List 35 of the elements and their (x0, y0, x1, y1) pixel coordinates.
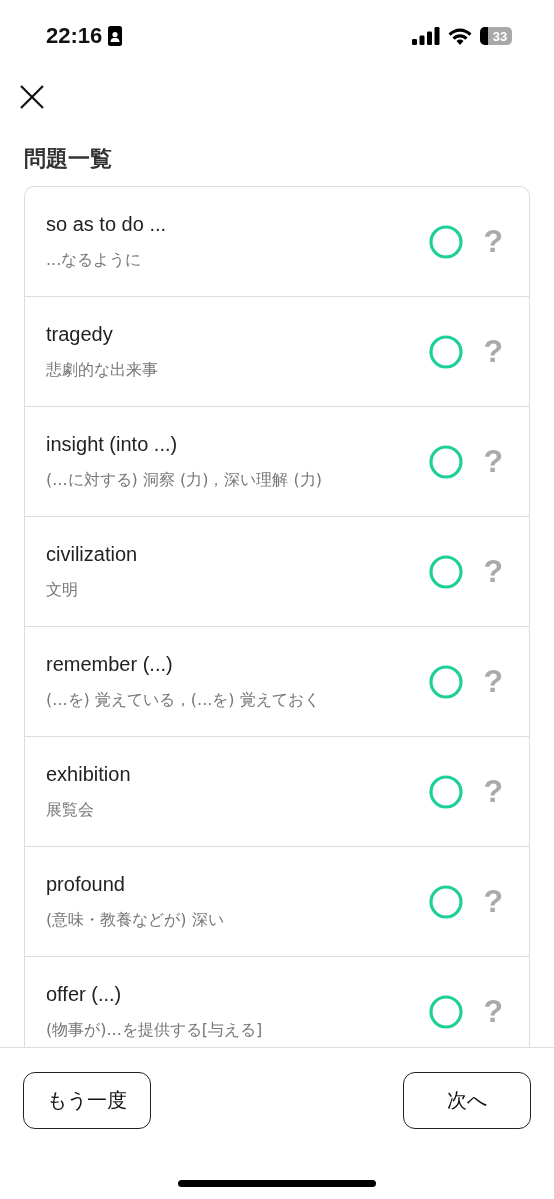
word-text: insight (into ...) (46, 432, 179, 456)
page-title: 問題一覧 (24, 145, 113, 173)
meaning-text: 展覧会 (46, 799, 95, 821)
meaning-text: 文明 (46, 579, 79, 601)
status-time: 22:16 (46, 23, 103, 49)
meaning-text: (...を) 覚えている，(...を) 覚えておく (46, 689, 321, 711)
word-text: civilization (46, 542, 139, 566)
meaning-text: (物事が)...を提供する[与える] (46, 1019, 264, 1041)
retry-button[interactable]: もう一度 (23, 1072, 151, 1129)
word-text: profound (46, 872, 126, 896)
close-icon (20, 85, 44, 109)
battery-level-text: 33 (491, 28, 509, 44)
question-row[interactable]: tragedy 悲劇的な出来事 ? (25, 297, 529, 407)
word-text: so as to do ... (46, 212, 168, 236)
meaning-text: ...なるように (46, 249, 143, 271)
word-text: remember (...) (46, 652, 174, 676)
question-row[interactable]: offer (...) (物事が)...を提供する[与える] ? (25, 957, 529, 1047)
question-row[interactable]: remember (...) (...を) 覚えている，(...を) 覚えておく ? (25, 627, 529, 737)
meaning-text: (意味・教養などが) 深い (46, 909, 225, 931)
question-row[interactable]: profound (意味・教養などが) 深い ? (25, 847, 529, 957)
next-button[interactable]: 次へ (403, 1072, 531, 1129)
meaning-text: (...に対する) 洞察 (力)，深い理解 (力) (46, 469, 323, 491)
question-row[interactable]: civilization 文明 ? (25, 517, 529, 627)
meaning-text: 悲劇的な出来事 (46, 359, 159, 381)
question-row[interactable]: so as to do ... ...なるように ? (25, 187, 529, 297)
question-row[interactable]: insight (into ...) (...に対する) 洞察 (力)，深い理解 (力) ? (25, 407, 529, 517)
signal-icon (412, 27, 440, 45)
question-row[interactable]: exhibition 展覧会 ? (25, 737, 529, 847)
wifi-icon (448, 27, 472, 45)
close-button[interactable] (20, 85, 44, 109)
battery-fill (480, 27, 488, 45)
word-text: offer (...) (46, 982, 123, 1006)
word-text: tragedy (46, 322, 114, 346)
word-text: exhibition (46, 762, 132, 786)
id-card-icon (108, 26, 123, 46)
